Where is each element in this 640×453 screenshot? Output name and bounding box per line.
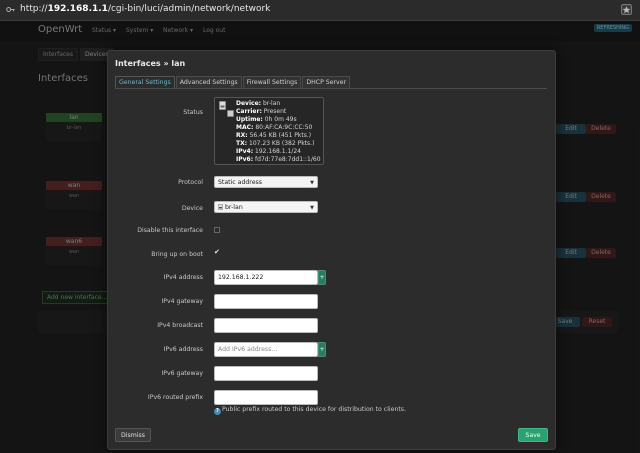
url-scheme: http:// bbox=[20, 4, 48, 14]
ipv4-gateway-input[interactable] bbox=[214, 294, 318, 309]
ipv6-prefix-hint: ? Public prefix routed to this device for… bbox=[214, 406, 406, 415]
modal-tabs: General Settings Advanced Settings Firewal… bbox=[115, 76, 351, 88]
network-device-icon bbox=[219, 101, 226, 110]
status-rx: RX: 56.45 KB (451 Pkts.) bbox=[236, 132, 312, 139]
browser-url-bar[interactable]: http://192.168.1.1/cgi-bin/luci/admin/ne… bbox=[0, 0, 640, 21]
ipv4-broadcast-label: IPv4 broadcast bbox=[157, 322, 203, 329]
device-select[interactable]: br-lan ▼ bbox=[214, 201, 318, 213]
chevron-down-icon: ▼ bbox=[310, 205, 314, 211]
chevron-down-icon: ▼ bbox=[310, 180, 314, 186]
ipv4-gateway-label: IPv4 gateway bbox=[161, 298, 203, 305]
disable-interface-label: Disable this interface bbox=[137, 227, 203, 234]
interface-edit-modal: Interfaces » lan General Settings Advance… bbox=[107, 50, 556, 450]
url-text[interactable]: http://192.168.1.1/cgi-bin/luci/admin/ne… bbox=[20, 4, 270, 14]
modal-title: Interfaces » lan bbox=[115, 59, 186, 68]
status-mac: MAC: 80:AF:CA:9C:CC:50 bbox=[236, 124, 313, 131]
status-uptime: Uptime: 0h 0m 49s bbox=[236, 116, 297, 123]
add-ipv6-address-button[interactable]: + bbox=[318, 342, 326, 357]
status-ipv6: IPv6: fd7d:77e8:7dd1::1/60 bbox=[236, 156, 321, 163]
protocol-select[interactable]: Static address ▼ bbox=[214, 176, 318, 188]
status-device: Device: br-lan bbox=[236, 100, 281, 107]
hint-text: Public prefix routed to this device for … bbox=[222, 406, 406, 413]
ipv6-address-label: IPv6 address bbox=[163, 346, 203, 353]
bridge-port-icon bbox=[227, 110, 234, 117]
status-label: Status bbox=[183, 109, 203, 116]
tab-general-settings[interactable]: General Settings bbox=[115, 76, 175, 88]
ipv4-address-input[interactable]: 192.168.1.222 bbox=[214, 270, 318, 285]
ipv4-broadcast-input[interactable] bbox=[214, 318, 318, 333]
status-carrier: Carrier: Present bbox=[236, 108, 287, 115]
status-ipv4: IPv4: 192.168.1.1/24 bbox=[236, 148, 301, 155]
device-selected-value: br-lan bbox=[225, 204, 243, 211]
bring-up-on-boot-label: Bring up on boot bbox=[151, 251, 203, 258]
ipv6-routed-prefix-label: IPv6 routed prefix bbox=[147, 394, 203, 401]
tab-advanced-settings[interactable]: Advanced Settings bbox=[175, 76, 242, 88]
tab-dhcp-server[interactable]: DHCP Server bbox=[302, 76, 351, 88]
save-button[interactable]: Save bbox=[518, 428, 548, 442]
tab-firewall-settings[interactable]: Firewall Settings bbox=[242, 76, 302, 88]
dismiss-button[interactable]: Dismiss bbox=[115, 428, 151, 442]
status-tx: TX: 107.23 KB (382 Pkts.) bbox=[236, 140, 315, 147]
ipv6-gateway-label: IPv6 gateway bbox=[161, 370, 203, 377]
bring-up-on-boot-checkbox[interactable]: ✔ bbox=[214, 248, 220, 256]
status-panel: Device: br-lan Carrier: Present Uptime: … bbox=[214, 97, 324, 165]
ipv4-address-label: IPv4 address bbox=[163, 274, 203, 281]
device-label: Device bbox=[181, 205, 203, 212]
url-host: 192.168.1.1 bbox=[47, 4, 108, 14]
protocol-label: Protocol bbox=[178, 179, 203, 186]
tab-divider bbox=[115, 88, 547, 89]
status-details: Device: br-lan Carrier: Present Uptime: … bbox=[236, 100, 321, 164]
help-icon: ? bbox=[214, 408, 221, 415]
ipv6-address-input[interactable]: Add IPv6 address... bbox=[214, 342, 318, 357]
add-ipv4-address-button[interactable]: + bbox=[318, 270, 326, 285]
bridge-device-icon bbox=[218, 204, 223, 210]
bookmark-star-icon[interactable] bbox=[621, 4, 632, 15]
url-path: /cgi-bin/luci/admin/network/network bbox=[107, 4, 271, 14]
ipv6-gateway-input[interactable] bbox=[214, 366, 318, 381]
page-info-icon[interactable] bbox=[6, 5, 15, 14]
disable-interface-checkbox[interactable] bbox=[214, 227, 220, 233]
protocol-selected-value: Static address bbox=[218, 179, 262, 186]
ipv6-routed-prefix-input[interactable] bbox=[214, 390, 318, 405]
